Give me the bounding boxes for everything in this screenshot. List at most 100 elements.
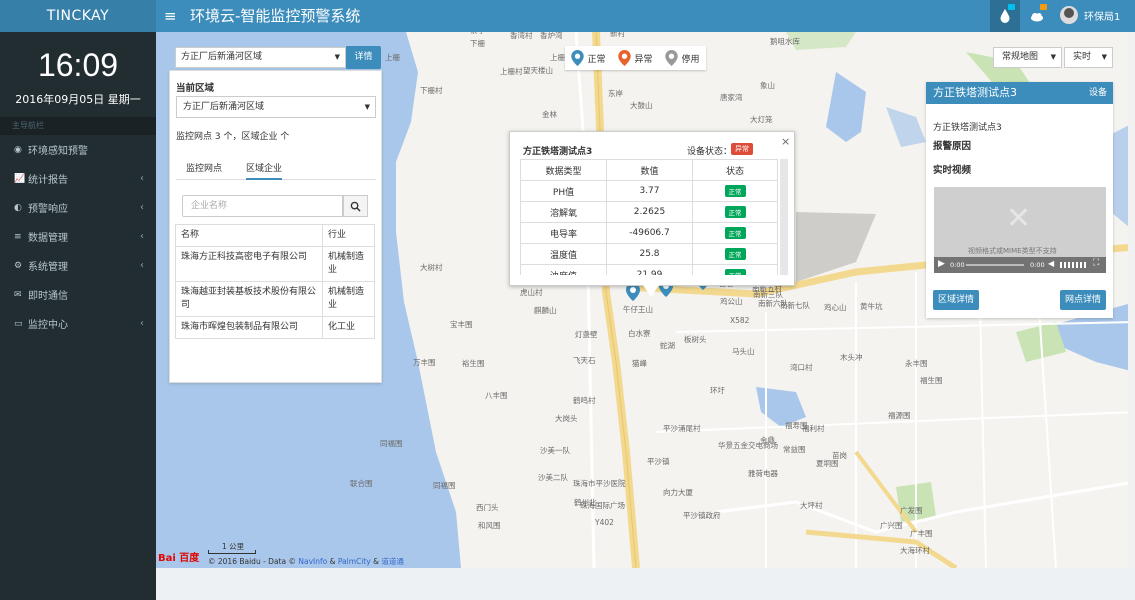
volume-slider[interactable] bbox=[1060, 262, 1088, 268]
map-type-select[interactable]: 常规地图 ▼ bbox=[993, 47, 1062, 68]
notification-badge bbox=[1008, 4, 1015, 10]
sensor-status: 正常 bbox=[692, 222, 778, 244]
map-place-label: 大坪村 bbox=[800, 501, 823, 510]
sidebar-item[interactable]: ✉ 即时通信 bbox=[0, 280, 156, 309]
chevron-left-icon: ‹ bbox=[140, 231, 144, 242]
sensor-value: -49606.7 bbox=[606, 222, 693, 244]
area-detail-button[interactable]: 区域详情 bbox=[933, 290, 979, 310]
bullseye-icon: ◉ bbox=[14, 144, 22, 155]
status-badge: 异常 bbox=[731, 143, 753, 155]
copyright-link[interactable]: 道道通 bbox=[381, 557, 404, 566]
live-video-label: 实时视频 bbox=[933, 165, 972, 176]
map-place-label: 广丰围 bbox=[910, 529, 933, 538]
scrollbar[interactable] bbox=[1128, 32, 1135, 568]
map-place-label: 鹤鸣村 bbox=[573, 396, 596, 405]
map-place-label: 平沙镇政府 bbox=[683, 511, 721, 520]
user-menu[interactable]: 环保局1 bbox=[1060, 6, 1120, 24]
sidebar-item[interactable]: ≡ 数据管理 ‹ bbox=[0, 222, 156, 251]
water-drop-icon bbox=[1000, 9, 1010, 23]
video-duration: 0:00 bbox=[1030, 261, 1045, 269]
map-place-label: 大灯笼 bbox=[750, 115, 773, 124]
sensor-type: 溶解氧 bbox=[520, 201, 607, 223]
video-current-time: 0:00 bbox=[950, 261, 965, 269]
map-place-label: 唐家湾 bbox=[720, 93, 743, 102]
detail-button[interactable]: 详情 bbox=[346, 46, 381, 69]
copyright-link[interactable]: PalmCity bbox=[338, 557, 371, 566]
baidu-logo: Bai 百度 bbox=[158, 553, 200, 564]
time-mode-value: 实时 bbox=[1073, 52, 1092, 62]
map-place-label: 沙美一队 bbox=[540, 446, 570, 455]
map-place-label: 望天楼山 bbox=[523, 66, 553, 75]
device-button[interactable]: 设备 bbox=[1089, 82, 1107, 104]
area-select[interactable]: 方正厂后新涌河区域 ▼ bbox=[175, 47, 346, 68]
company-search-input[interactable]: 企业名称 bbox=[182, 195, 343, 217]
fullscreen-icon[interactable]: ⛶ bbox=[1093, 258, 1099, 268]
sensor-status: 正常 bbox=[692, 243, 778, 265]
map-place-label: 香炉湾 bbox=[540, 32, 563, 40]
menu-toggle-icon[interactable]: ≡ bbox=[164, 7, 177, 25]
map-place-label: 茶亭 bbox=[470, 32, 485, 36]
sidebar-item[interactable]: ▭ 监控中心 ‹ bbox=[0, 309, 156, 338]
clock: 16:09 bbox=[37, 47, 119, 83]
map-place-label: 鹤州北 bbox=[574, 498, 597, 507]
volume-icon[interactable]: ◀ bbox=[1048, 259, 1054, 268]
play-icon[interactable]: ▶ bbox=[938, 259, 945, 269]
weather-alert-button[interactable] bbox=[1022, 0, 1052, 32]
table-row[interactable]: 珠海方正科技高密电子有限公司 机械制造业 bbox=[175, 246, 375, 282]
search-button[interactable] bbox=[343, 195, 368, 217]
legend-normal[interactable]: 正常 bbox=[571, 50, 606, 66]
time-mode-select[interactable]: 实时 ▼ bbox=[1064, 47, 1113, 68]
sensor-value: 3.77 bbox=[606, 180, 693, 202]
map-scale-bar bbox=[208, 550, 256, 554]
table-row[interactable]: 珠海越亚封装基板技术股份有限公司 机械制造业 bbox=[175, 281, 375, 317]
user-name: 环保局1 bbox=[1084, 11, 1121, 23]
map-place-label: 和风围 bbox=[478, 521, 501, 530]
map-place-label: 黄牛坑 bbox=[860, 302, 883, 311]
map-place-label: 万丰围 bbox=[413, 358, 436, 367]
area-chart-icon: 📈 bbox=[14, 173, 26, 184]
status-badge: 正常 bbox=[724, 206, 746, 218]
sidebar-item[interactable]: ◐ 预警响应 ‹ bbox=[0, 193, 156, 222]
sidebar-item-label: 系统管理 bbox=[28, 262, 68, 273]
desktop-icon: ▭ bbox=[14, 318, 23, 329]
sidebar-item-label: 预警响应 bbox=[28, 204, 68, 215]
map-place-label: 广兴围 bbox=[880, 521, 903, 530]
legend-disabled[interactable]: 停用 bbox=[665, 50, 700, 66]
table-row[interactable]: 珠海市晖煌包装制品有限公司 化工业 bbox=[175, 316, 375, 339]
legend-abnormal[interactable]: 异常 bbox=[618, 50, 653, 66]
map-place-label: 麒麟山 bbox=[534, 306, 557, 315]
status-legend: 正常 异常 停用 bbox=[565, 46, 706, 70]
map-place-label: X582 bbox=[730, 316, 750, 325]
map-place-label: 鸡心山 bbox=[824, 303, 847, 312]
sensor-type: 浊度值 bbox=[520, 264, 607, 275]
bottom-strip bbox=[156, 568, 1135, 600]
map-place-label: 广发围 bbox=[900, 506, 923, 515]
sidebar-item[interactable]: ◉ 环境感知预警 bbox=[0, 135, 156, 164]
sidebar-item[interactable]: 📈 统计报告 ‹ bbox=[0, 164, 156, 193]
table-row: 温度值 25.8 正常 bbox=[520, 243, 778, 265]
tab-area-companies[interactable]: 区域企业 bbox=[246, 161, 283, 180]
close-icon[interactable]: × bbox=[781, 135, 790, 148]
status-badge: 正常 bbox=[724, 269, 746, 275]
site-detail-panel: 方正铁塔测试点3 设备 方正铁塔测试点3 报警原因 实时视频 ✕ 视频格式或MI… bbox=[926, 82, 1113, 318]
sensor-type: 电导率 bbox=[520, 222, 607, 244]
video-player[interactable]: ✕ 视频格式或MIME类型不支持 ▶ 0:00 0:00 ◀ ⛶ bbox=[934, 187, 1106, 273]
table-header-row: 数据类型 数值 状态 bbox=[520, 159, 778, 181]
caret-down-icon: ▼ bbox=[364, 103, 370, 111]
caret-down-icon: ▼ bbox=[1101, 53, 1107, 61]
site-detail-button[interactable]: 网点详情 bbox=[1060, 290, 1106, 310]
sensor-table-scroll[interactable]: 数据类型 数值 状态 PH值 3.77 正常 溶解氧 2.2625 正常 电导率 -49606… bbox=[520, 159, 788, 275]
video-progress-bar[interactable] bbox=[966, 264, 1024, 266]
map-place-label: 大岗头 bbox=[555, 414, 578, 423]
brand-logo[interactable]: TINCKAY bbox=[0, 0, 156, 32]
tab-monitor-sites[interactable]: 监控网点 bbox=[186, 161, 222, 180]
company-name: 珠海市晖煌包装制品有限公司 bbox=[175, 316, 323, 339]
copyright-link[interactable]: NavInfo bbox=[298, 557, 327, 566]
map-place-label: 东岸 bbox=[608, 89, 623, 98]
sidebar-item[interactable]: ⚙ 系统管理 ‹ bbox=[0, 251, 156, 280]
company-table: 名称 行业 珠海方正科技高密电子有限公司 机械制造业 珠海越亚封装基板技术股份有限公… bbox=[175, 224, 375, 339]
water-alert-button[interactable] bbox=[990, 0, 1020, 32]
table-row: 溶解氧 2.2625 正常 bbox=[520, 201, 778, 223]
map-place-label: 联合围 bbox=[350, 479, 373, 488]
area-panel-select[interactable]: 方正厂后新涌河区域 ▼ bbox=[176, 96, 376, 118]
